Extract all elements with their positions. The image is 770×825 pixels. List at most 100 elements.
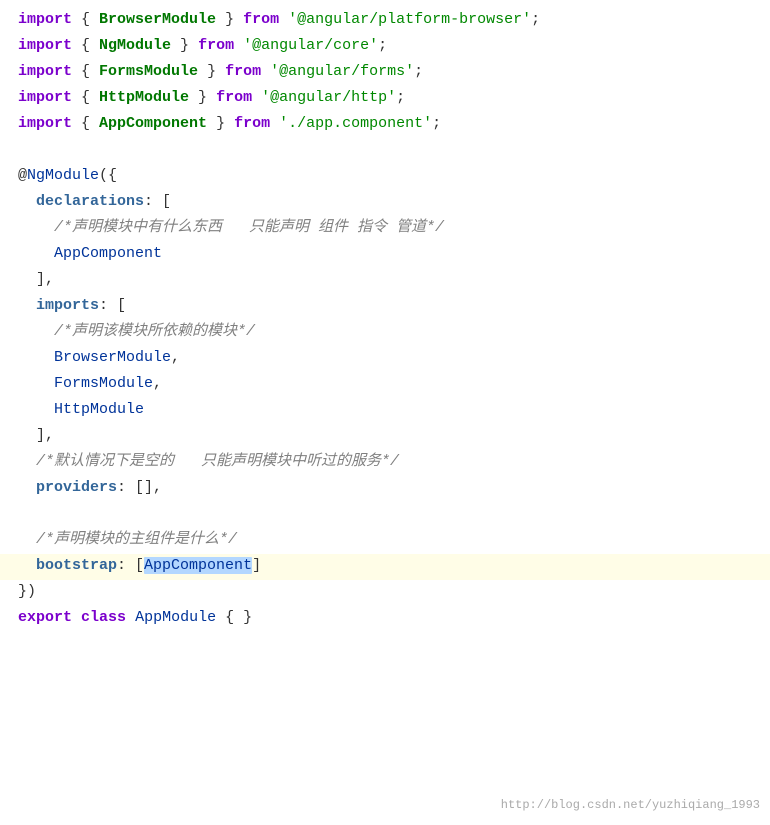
code-line: import { NgModule } from '@angular/core'… (0, 34, 770, 60)
token-plain: : [ (99, 297, 126, 314)
line-content: BrowserModule, (8, 346, 770, 370)
token-plain (252, 89, 261, 106)
code-line: import { AppComponent } from './app.comp… (0, 112, 770, 138)
line-content: export class AppModule { } (8, 606, 770, 630)
line-content: ], (8, 424, 770, 448)
code-line: providers: [], (0, 476, 770, 502)
selected-text: AppComponent (144, 557, 252, 574)
token-plain: ({ (99, 167, 117, 184)
code-line: bootstrap: [AppComponent] (0, 554, 770, 580)
token-plain (18, 323, 54, 340)
token-kw-import: import (18, 89, 72, 106)
line-content: bootstrap: [AppComponent] (8, 554, 770, 578)
token-property: bootstrap (36, 557, 117, 574)
token-string-val: '@angular/forms' (270, 63, 414, 80)
code-line: imports: [ (0, 294, 770, 320)
token-plain: }) (18, 583, 36, 600)
token-plain: @ (18, 167, 27, 184)
token-plain: ; (432, 115, 441, 132)
code-line: /*默认情况下是空的 只能声明模块中听过的服务*/ (0, 450, 770, 476)
code-line: }) (0, 580, 770, 606)
line-content: AppComponent (8, 242, 770, 266)
code-line (0, 138, 770, 164)
token-kw-import: import (18, 11, 72, 28)
token-kw-from: from (216, 89, 252, 106)
code-line: BrowserModule, (0, 346, 770, 372)
token-plain (18, 479, 36, 496)
token-kw-from: from (225, 63, 261, 80)
token-plain (279, 11, 288, 28)
code-container: import { BrowserModule } from '@angular/… (0, 0, 770, 825)
token-plain (18, 219, 54, 236)
token-plain: { (72, 89, 99, 106)
token-comment: /*声明该模块所依赖的模块*/ (54, 323, 255, 340)
token-plain: } (216, 11, 243, 28)
token-plain: ], (18, 427, 54, 444)
line-content: declarations: [ (8, 190, 770, 214)
token-plain: ; (531, 11, 540, 28)
token-plain (18, 349, 54, 366)
token-module-name: NgModule (99, 37, 171, 54)
code-line (0, 502, 770, 528)
token-plain: , (153, 375, 162, 392)
token-plain (18, 193, 36, 210)
line-content: ], (8, 268, 770, 292)
token-module-name: HttpModule (99, 89, 189, 106)
token-value-name: HttpModule (54, 401, 144, 418)
token-property: providers (36, 479, 117, 496)
token-kw-import: import (18, 37, 72, 54)
token-string-val: '@angular/core' (243, 37, 378, 54)
token-plain (234, 37, 243, 54)
line-content: @NgModule({ (8, 164, 770, 188)
token-plain: } (207, 115, 234, 132)
line-content: imports: [ (8, 294, 770, 318)
token-value-name: BrowserModule (54, 349, 171, 366)
token-kw-import: import (18, 63, 72, 80)
code-line: HttpModule (0, 398, 770, 424)
line-content: import { BrowserModule } from '@angular/… (8, 8, 770, 32)
token-plain: } (198, 63, 225, 80)
token-plain (18, 453, 36, 470)
line-content: }) (8, 580, 770, 604)
code-line: ], (0, 268, 770, 294)
line-content: /*声明该模块所依赖的模块*/ (8, 320, 770, 344)
line-content: HttpModule (8, 398, 770, 422)
token-string-val: '@angular/http' (261, 89, 396, 106)
token-value-name: AppComponent (54, 245, 162, 262)
token-plain: ; (396, 89, 405, 106)
watermark: http://blog.csdn.net/yuzhiqiang_1993 (501, 796, 760, 815)
code-line: import { BrowserModule } from '@angular/… (0, 8, 770, 34)
token-plain (18, 297, 36, 314)
token-property: imports (36, 297, 99, 314)
token-plain (18, 531, 36, 548)
token-kw-from: from (234, 115, 270, 132)
token-plain: , (171, 349, 180, 366)
token-kw-export: export (18, 609, 72, 626)
token-value-name: NgModule (27, 167, 99, 184)
token-plain: { (72, 11, 99, 28)
token-plain: ] (252, 557, 261, 574)
line-content: /*声明模块的主组件是什么*/ (8, 528, 770, 552)
token-comment: /*声明模块中有什么东西 只能声明 组件 指令 管道*/ (54, 219, 444, 236)
token-plain: ; (414, 63, 423, 80)
token-plain (18, 557, 36, 574)
line-content (8, 138, 770, 162)
token-module-name: BrowserModule (99, 11, 216, 28)
code-line: /*声明该模块所依赖的模块*/ (0, 320, 770, 346)
line-content (8, 502, 770, 526)
token-value-name: AppComponent (144, 557, 252, 574)
line-content: import { AppComponent } from './app.comp… (8, 112, 770, 136)
token-plain (18, 375, 54, 392)
token-string-val: '@angular/platform-browser' (288, 11, 531, 28)
token-kw-class: class (81, 609, 126, 626)
code-line: ], (0, 424, 770, 450)
token-plain (72, 609, 81, 626)
token-module-name: FormsModule (99, 63, 198, 80)
code-line: export class AppModule { } (0, 606, 770, 632)
token-kw-import: import (18, 115, 72, 132)
code-line: import { FormsModule } from '@angular/fo… (0, 60, 770, 86)
token-plain: ], (18, 271, 54, 288)
line-content: /*默认情况下是空的 只能声明模块中听过的服务*/ (8, 450, 770, 474)
code-line: import { HttpModule } from '@angular/htt… (0, 86, 770, 112)
token-string-val: './app.component' (279, 115, 432, 132)
